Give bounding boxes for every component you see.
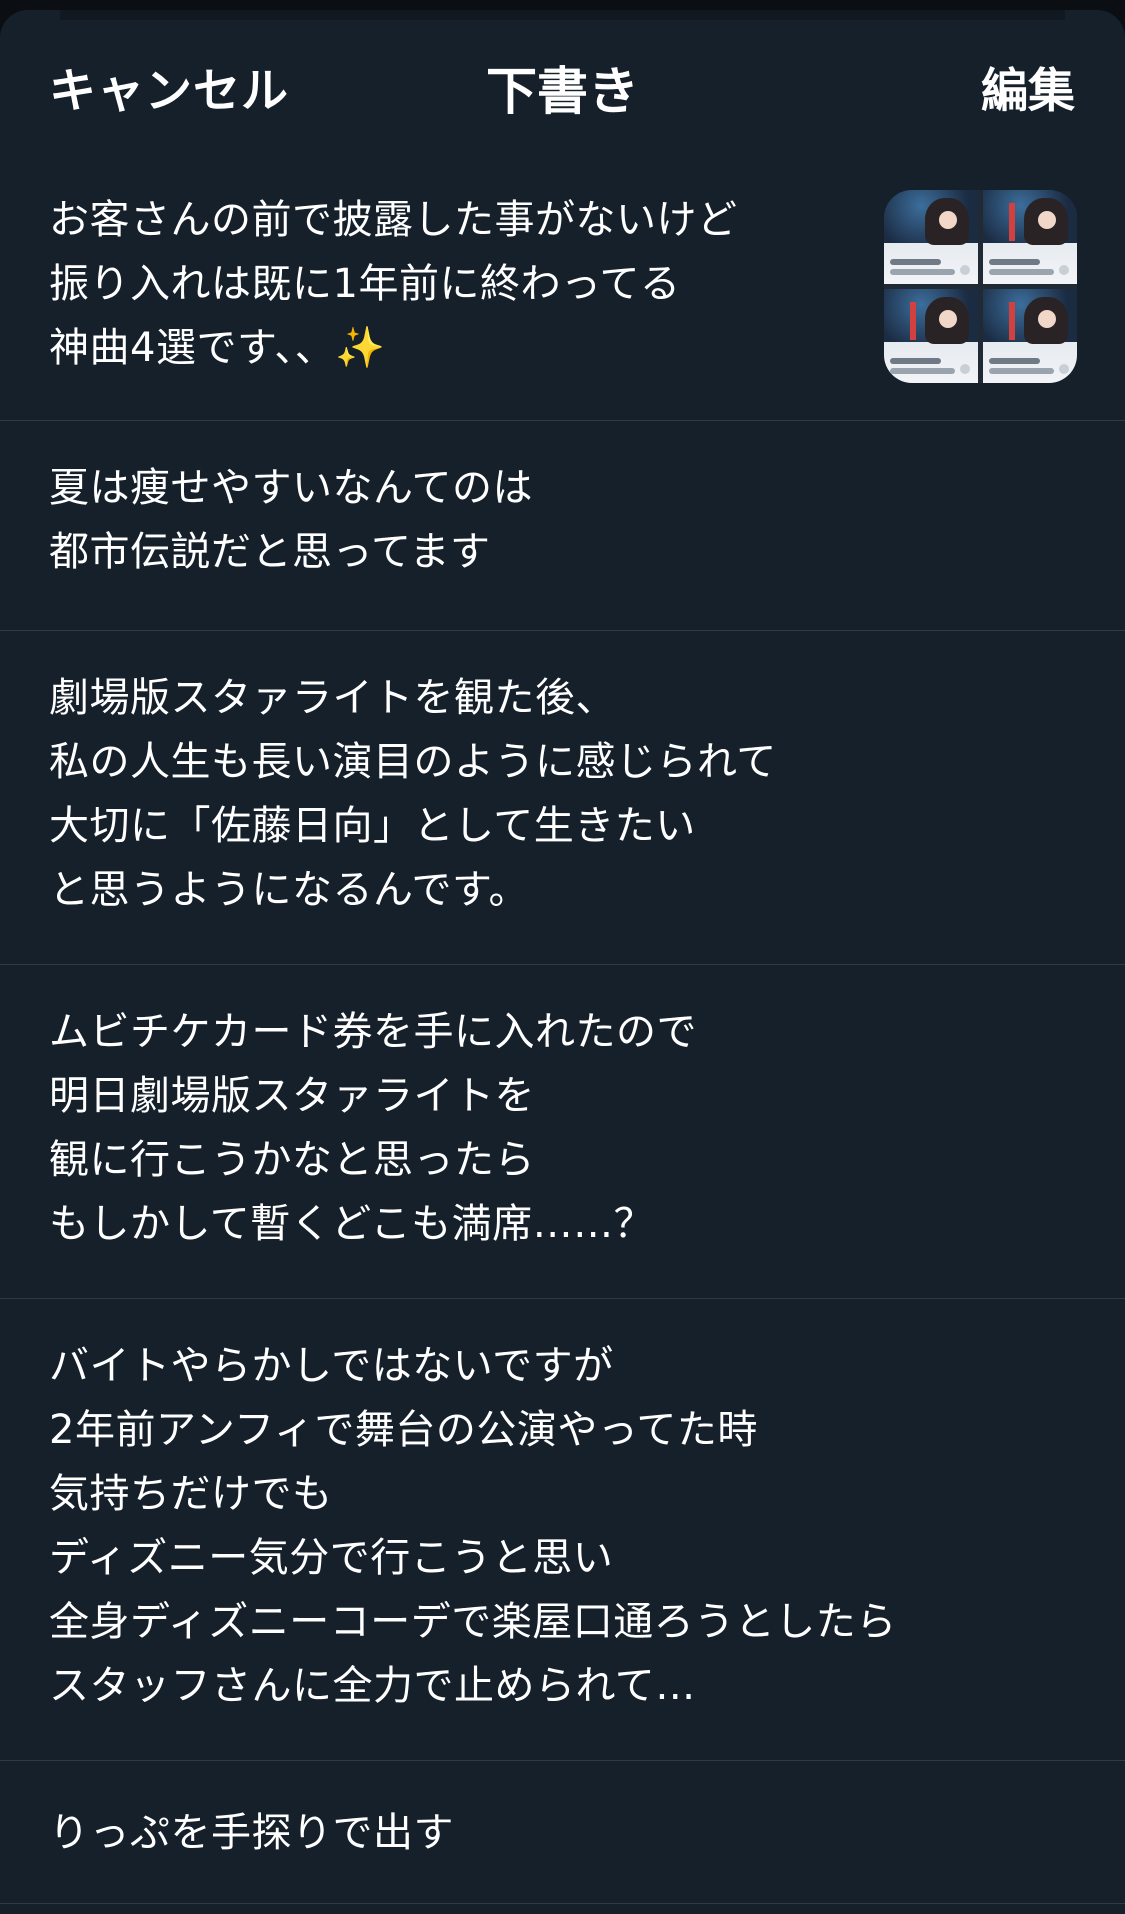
draft-item[interactable]: 夏は痩せやすいなんてのは 都市伝説だと思ってます (0, 421, 1125, 631)
draft-item[interactable]: ムビチケカード券を手に入れたので 明日劇場版スタァライトを 観に行こうかなと思っ… (0, 965, 1125, 1299)
draft-text-line: 2年前アンフィで舞台の公演やってた時 (49, 1407, 758, 1453)
header-bar: キャンセル 下書き 編集 (0, 10, 1125, 160)
media-image-4 (983, 289, 1077, 383)
draft-text-line: 観に行こうかなと思ったら (49, 1137, 535, 1183)
draft-text-line: 大切に「佐藤日向」として生きたい (49, 803, 696, 849)
draft-text-line: 劇場版スタァライトを観た後、 (49, 675, 616, 721)
draft-item[interactable]: りっぷを手探りで出す (0, 1761, 1125, 1904)
draft-text-line: と思うようになるんです。 (49, 867, 529, 913)
draft-text-line: バイトやらかしではないですが (49, 1343, 614, 1389)
draft-text-line: 夏は痩せやすいなんてのは (49, 465, 533, 511)
page-title: 下書き (485, 63, 639, 122)
draft-text-line: スタッフさんに全力で止められて… (49, 1663, 696, 1709)
media-image-1 (884, 190, 978, 284)
drafts-list: お客さんの前で披露した事がないけど 振り入れは既に1年前に終わってる 神曲4選で… (0, 160, 1125, 1914)
draft-text-line: 明日劇場版スタァライトを (49, 1073, 535, 1119)
draft-item[interactable]: バイトやらかしではないですが 2年前アンフィで舞台の公演やってた時 気持ちだけで… (0, 1299, 1125, 1761)
draft-text-line: 全身ディズニーコーデで楽屋口通ろうとしたら (49, 1599, 897, 1645)
draft-text-line: 気持ちだけでも (49, 1471, 333, 1517)
media-image-3 (884, 289, 978, 383)
draft-media-thumbnail[interactable] (884, 190, 1077, 383)
drafts-sheet: キャンセル 下書き 編集 お客さんの前で披露した事がないけど 振り入れは既に1年… (0, 10, 1125, 1914)
media-image-2 (983, 190, 1077, 284)
draft-text-line: ムビチケカード券を手に入れたので (49, 1009, 697, 1055)
draft-text-line: もしかして暫くどこも満席……？ (49, 1201, 655, 1247)
edit-button[interactable]: 編集 (981, 52, 1075, 121)
draft-text-line: 私の人生も長い演目のように感じられて (49, 739, 777, 785)
draft-text-line: りっぷを手探りで出す (49, 1810, 454, 1856)
draft-item[interactable]: 劇場版スタァライトを観た後、 私の人生も長い演目のように感じられて 大切に「佐藤… (0, 631, 1125, 965)
draft-text-line: 都市伝説だと思ってます (49, 529, 491, 575)
draft-item-partial[interactable] (0, 1904, 1125, 1914)
draft-item[interactable]: お客さんの前で披露した事がないけど 振り入れは既に1年前に終わってる 神曲4選で… (0, 160, 1125, 421)
draft-text-line: ディズニー気分で行こうと思い (49, 1535, 614, 1581)
